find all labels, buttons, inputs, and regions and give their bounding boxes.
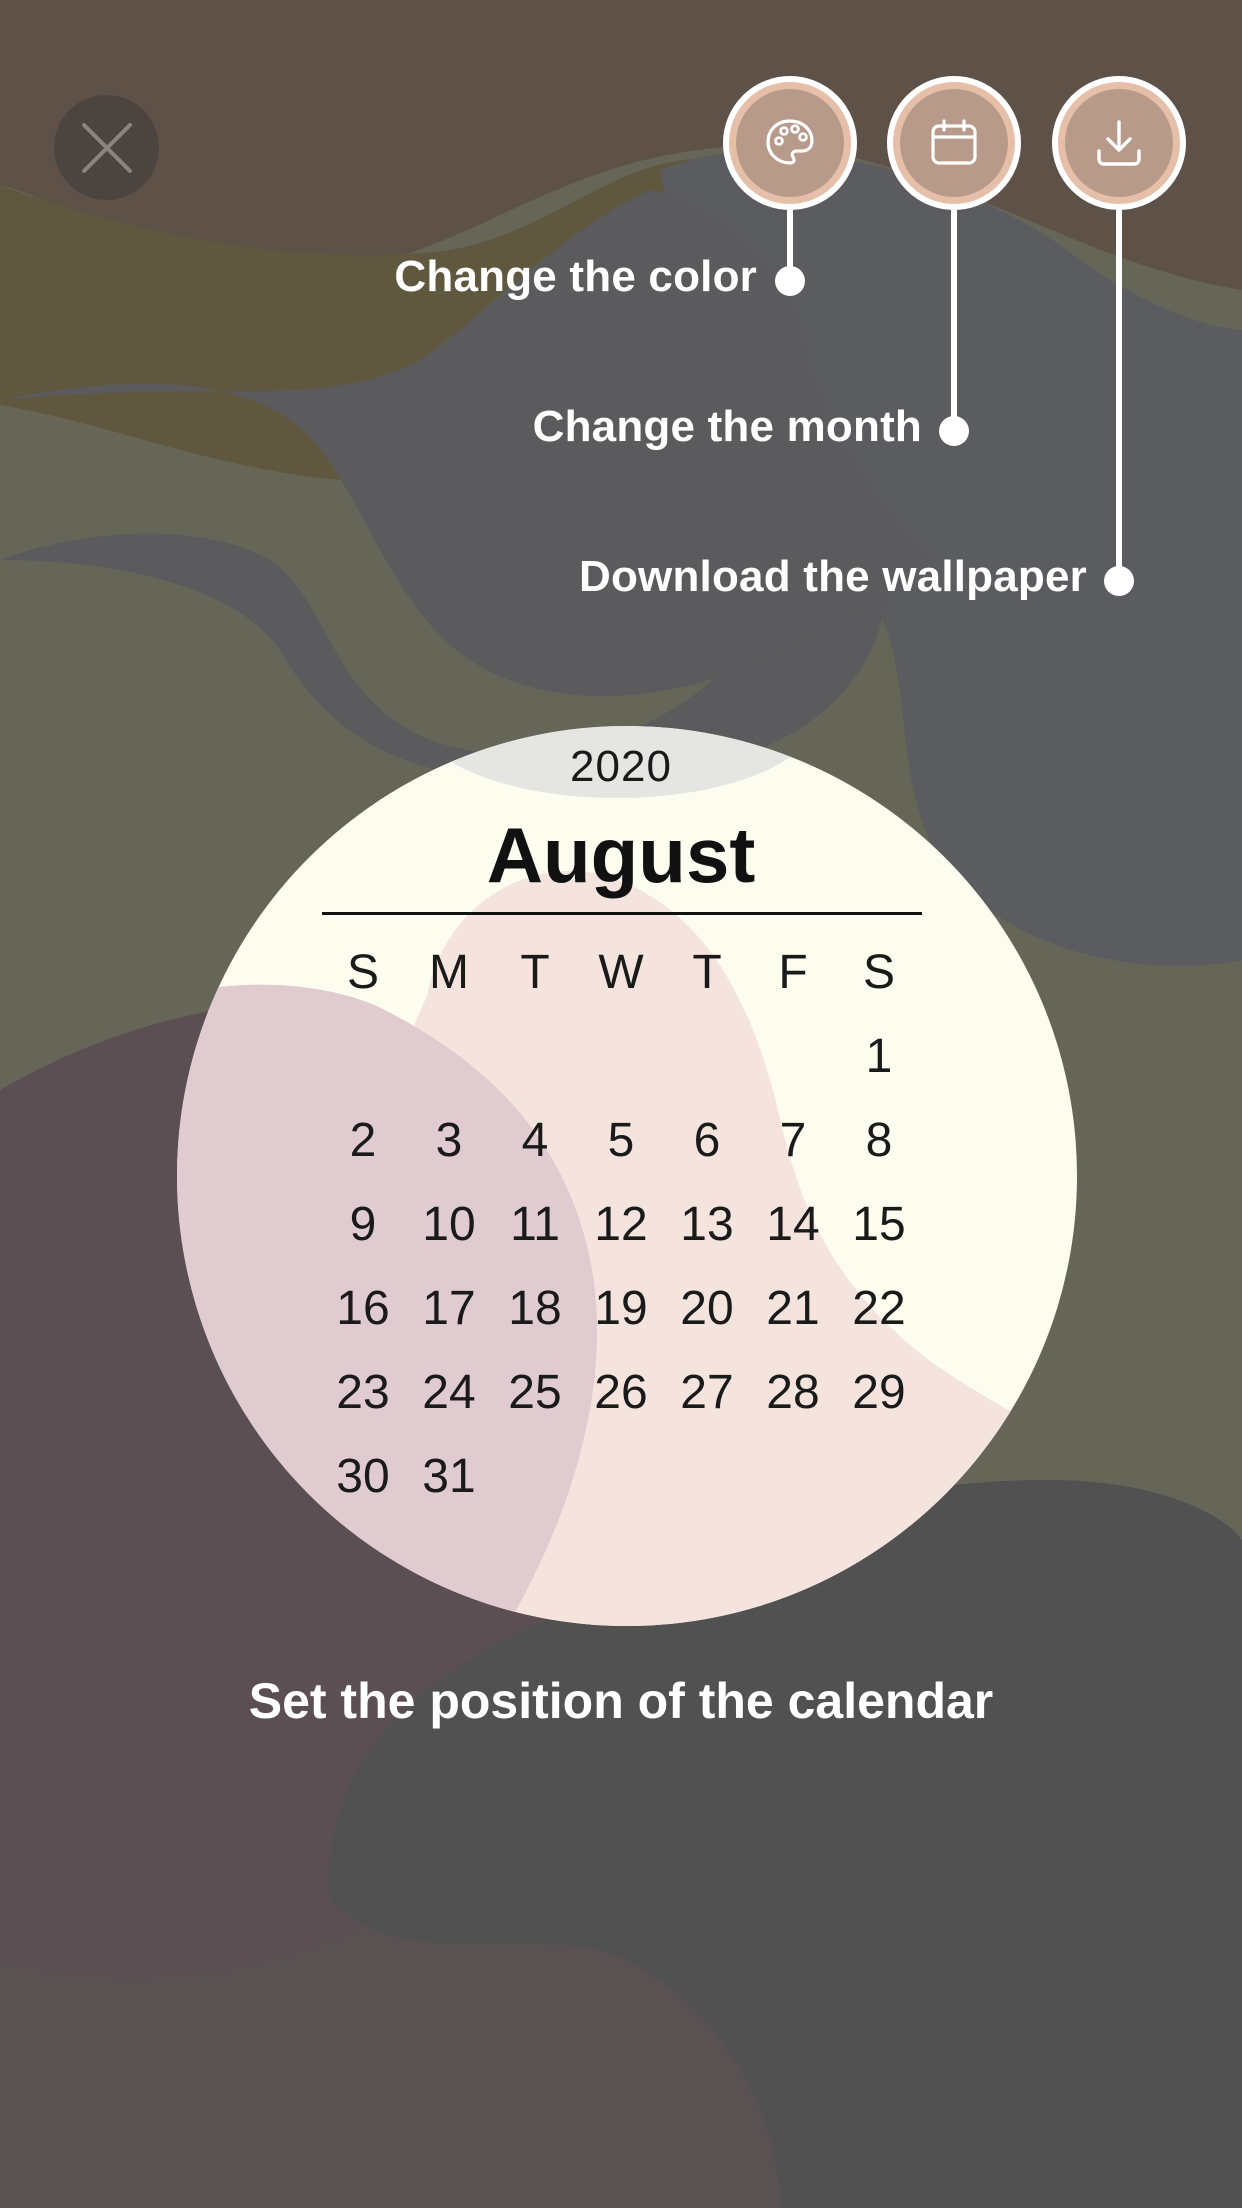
change-month-label: Change the month xyxy=(532,402,922,451)
calendar-day: 23 xyxy=(336,1366,390,1419)
calendar-day: 14 xyxy=(766,1198,820,1251)
calendar-day: 12 xyxy=(594,1198,648,1251)
calendar-day: 21 xyxy=(766,1282,820,1335)
calendar-day: 18 xyxy=(508,1282,562,1335)
download-leader-line xyxy=(1116,210,1122,580)
weekday-header: T xyxy=(520,946,550,999)
weekday-header: F xyxy=(778,946,808,999)
weekday-header: W xyxy=(598,946,644,999)
calendar-day: 26 xyxy=(594,1366,648,1419)
change-month-button[interactable] xyxy=(887,76,1021,210)
calendar-month: August xyxy=(486,811,756,899)
calendar-day: 31 xyxy=(422,1450,476,1503)
calendar-day: 2 xyxy=(349,1114,377,1167)
weekday-header: M xyxy=(429,946,469,999)
calendar-day: 20 xyxy=(680,1282,734,1335)
calendar-day: 15 xyxy=(852,1198,906,1251)
close-icon xyxy=(81,122,132,173)
calendar-day: 25 xyxy=(508,1366,562,1419)
calendar-day: 27 xyxy=(680,1366,734,1419)
calendar-day: 1 xyxy=(865,1030,893,1083)
calendar-day: 29 xyxy=(852,1366,906,1419)
palette-icon xyxy=(766,119,814,165)
calendar-day: 22 xyxy=(852,1282,906,1335)
calendar-day: 19 xyxy=(594,1282,648,1335)
calendar-day: 30 xyxy=(336,1450,390,1503)
calendar-day: 9 xyxy=(349,1198,377,1251)
calendar-day: 13 xyxy=(680,1198,734,1251)
close-button[interactable] xyxy=(54,95,159,200)
download-wallpaper-label: Download the wallpaper xyxy=(578,552,1087,601)
calendar-day: 4 xyxy=(521,1114,549,1167)
calendar-day: 17 xyxy=(422,1282,476,1335)
calendar-day: 3 xyxy=(435,1114,463,1167)
calendar-divider xyxy=(322,912,922,915)
calendar-day: 7 xyxy=(779,1114,807,1167)
download-leader-dot xyxy=(1104,566,1134,596)
calendar-day: 10 xyxy=(422,1198,476,1251)
weekday-header: S xyxy=(862,946,895,999)
download-icon xyxy=(1097,120,1141,166)
calendar-icon xyxy=(931,119,977,165)
calendar-year: 2020 xyxy=(570,742,672,791)
calendar-day: 8 xyxy=(865,1114,893,1167)
weekday-header: S xyxy=(346,946,379,999)
color-leader-dot xyxy=(775,266,805,296)
change-color-label: Change the color xyxy=(394,252,757,301)
calendar-day: 11 xyxy=(510,1198,560,1251)
calendar-day: 24 xyxy=(422,1366,476,1419)
change-color-button[interactable] xyxy=(723,76,857,210)
month-leader-line xyxy=(951,210,957,430)
month-leader-dot xyxy=(939,416,969,446)
calendar-day: 16 xyxy=(336,1282,390,1335)
download-button[interactable] xyxy=(1052,76,1186,210)
calendar-day: 28 xyxy=(766,1366,820,1419)
weekday-header: T xyxy=(692,946,722,999)
calendar-day: 5 xyxy=(607,1114,635,1167)
set-position-hint: Set the position of the calendar xyxy=(248,1673,994,1729)
calendar-day: 6 xyxy=(693,1114,721,1167)
